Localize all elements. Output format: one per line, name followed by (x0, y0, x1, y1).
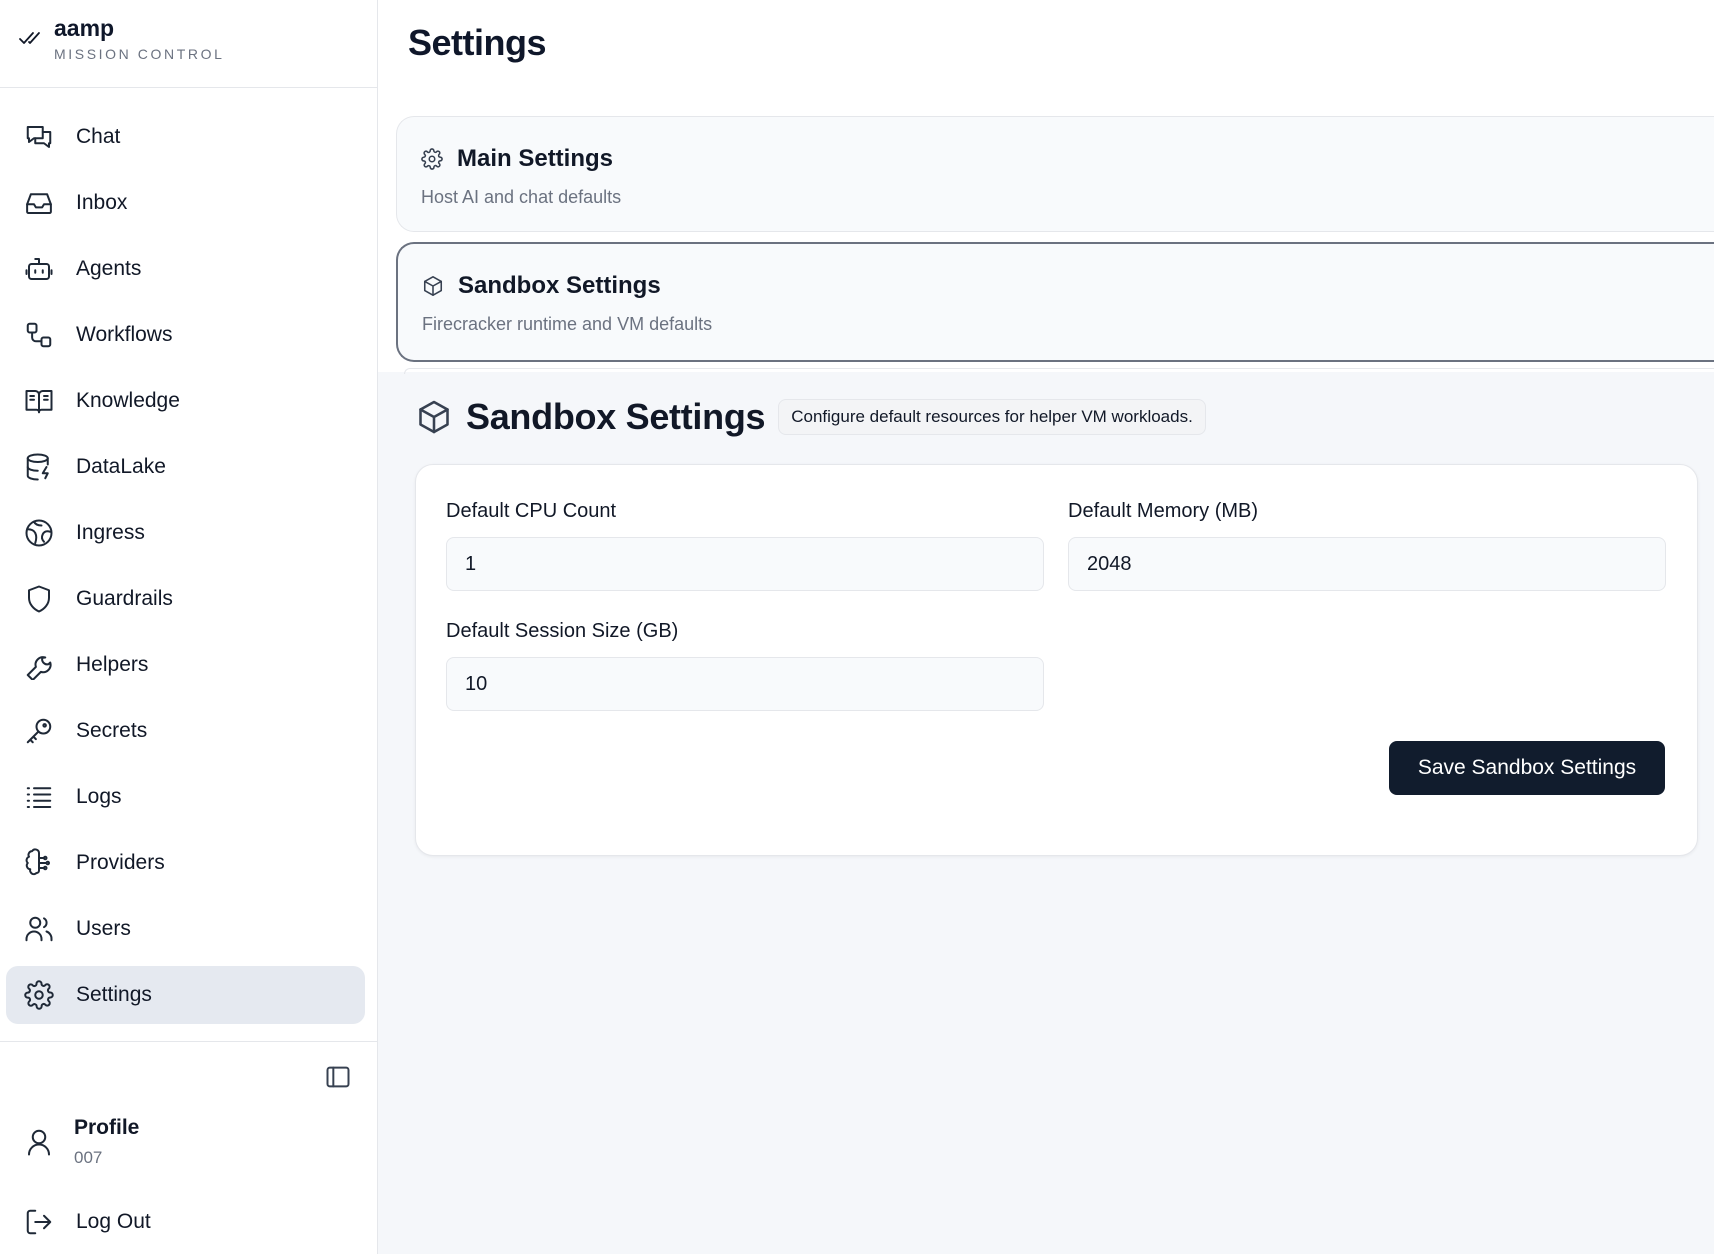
book-icon (24, 386, 54, 416)
sidebar-item-ingress[interactable]: Ingress (6, 504, 365, 562)
sidebar-divider (0, 1041, 377, 1042)
sidebar-item-label: Helpers (76, 653, 149, 676)
sidebar-item-label: Users (76, 917, 131, 940)
gear-icon (24, 980, 54, 1010)
sidebar-item-label: Chat (76, 125, 121, 148)
settings-header-area: Settings Main Settings Host AI and chat … (378, 0, 1714, 374)
globe-icon (24, 518, 54, 548)
sidebar-item-providers[interactable]: Providers (6, 834, 365, 892)
logout-button[interactable]: Log Out (24, 1207, 151, 1237)
main-settings-card[interactable]: Main Settings Host AI and chat defaults (396, 116, 1714, 232)
main-content: Settings Main Settings Host AI and chat … (378, 0, 1714, 1254)
gear-icon (421, 148, 443, 170)
sidebar-nav: Chat Inbox Agents Workflows Knowledge Da… (0, 88, 377, 1024)
sidebar-item-secrets[interactable]: Secrets (6, 702, 365, 760)
session-size-label: Default Session Size (GB) (446, 620, 679, 642)
users-icon (24, 914, 54, 944)
user-icon (24, 1127, 54, 1157)
main-settings-description: Host AI and chat defaults (421, 187, 622, 207)
brain-icon (24, 848, 54, 878)
detail-header: Sandbox Settings Configure default resou… (416, 396, 1206, 438)
memory-input[interactable] (1068, 537, 1666, 591)
sidebar-item-guardrails[interactable]: Guardrails (6, 570, 365, 628)
save-sandbox-settings-button[interactable]: Save Sandbox Settings (1389, 741, 1665, 795)
box-icon (422, 275, 444, 297)
sidebar-toggle-icon[interactable] (324, 1063, 352, 1091)
box-icon (416, 399, 452, 435)
wrench-icon (24, 650, 54, 680)
key-icon (24, 716, 54, 746)
sidebar-item-label: Agents (76, 257, 142, 280)
brand-subtitle: MISSION CONTROL (54, 46, 225, 62)
sidebar-item-datalake[interactable]: DataLake (6, 438, 365, 496)
sandbox-settings-form: Default CPU Count Default Memory (MB) De… (415, 464, 1698, 856)
bot-icon (24, 254, 54, 284)
main-settings-title: Main Settings (457, 145, 614, 172)
sidebar-item-chat[interactable]: Chat (6, 108, 365, 166)
profile-name: Profile (74, 1116, 140, 1139)
chat-icon (24, 122, 54, 152)
sidebar-item-label: Knowledge (76, 389, 180, 412)
sidebar-item-label: Secrets (76, 719, 148, 742)
sidebar-item-label: Inbox (76, 191, 128, 214)
database-icon (24, 452, 54, 482)
cpu-count-label: Default CPU Count (446, 500, 617, 522)
brand-name: aamp (54, 15, 115, 41)
workflow-icon (24, 320, 54, 350)
sandbox-settings-description: Firecracker runtime and VM defaults (422, 314, 713, 334)
sidebar-item-label: Workflows (76, 323, 173, 346)
list-icon (24, 782, 54, 812)
sandbox-settings-title: Sandbox Settings (458, 272, 661, 299)
sidebar-item-workflows[interactable]: Workflows (6, 306, 365, 364)
sidebar-item-label: Guardrails (76, 587, 173, 610)
cpu-count-input[interactable] (446, 537, 1044, 591)
sidebar-item-label: DataLake (76, 455, 166, 478)
inbox-icon (24, 188, 54, 218)
sidebar-item-users[interactable]: Users (6, 900, 365, 958)
brand-header[interactable]: aamp MISSION CONTROL (0, 0, 377, 88)
sandbox-settings-card[interactable]: Sandbox Settings Firecracker runtime and… (396, 242, 1714, 362)
sidebar-item-settings[interactable]: Settings (6, 966, 365, 1024)
sidebar-item-logs[interactable]: Logs (6, 768, 365, 826)
page-title: Settings (408, 22, 547, 63)
sidebar-item-inbox[interactable]: Inbox (6, 174, 365, 232)
sidebar-item-helpers[interactable]: Helpers (6, 636, 365, 694)
sidebar-item-knowledge[interactable]: Knowledge (6, 372, 365, 430)
memory-field: Default Memory (MB) (1068, 500, 1666, 591)
cpu-count-field: Default CPU Count (446, 500, 1044, 591)
logout-label: Log Out (76, 1210, 151, 1233)
memory-label: Default Memory (MB) (1068, 500, 1259, 522)
shield-icon (24, 584, 54, 614)
logout-icon (24, 1207, 54, 1237)
profile-button[interactable]: Profile 007 (24, 1116, 139, 1168)
profile-id: 007 (74, 1148, 103, 1167)
detail-description-badge: Configure default resources for helper V… (778, 399, 1206, 435)
session-size-input[interactable] (446, 657, 1044, 711)
sidebar-item-agents[interactable]: Agents (6, 240, 365, 298)
sidebar-item-label: Ingress (76, 521, 145, 544)
double-check-icon (18, 26, 42, 50)
sidebar: aamp MISSION CONTROL Chat Inbox Agents W… (0, 0, 378, 1254)
sidebar-item-label: Providers (76, 851, 165, 874)
next-card-edge (404, 368, 1714, 374)
sidebar-item-label: Logs (76, 785, 122, 808)
sidebar-item-label: Settings (76, 983, 152, 1006)
session-size-field: Default Session Size (GB) (446, 620, 1044, 711)
detail-title: Sandbox Settings (466, 396, 766, 437)
